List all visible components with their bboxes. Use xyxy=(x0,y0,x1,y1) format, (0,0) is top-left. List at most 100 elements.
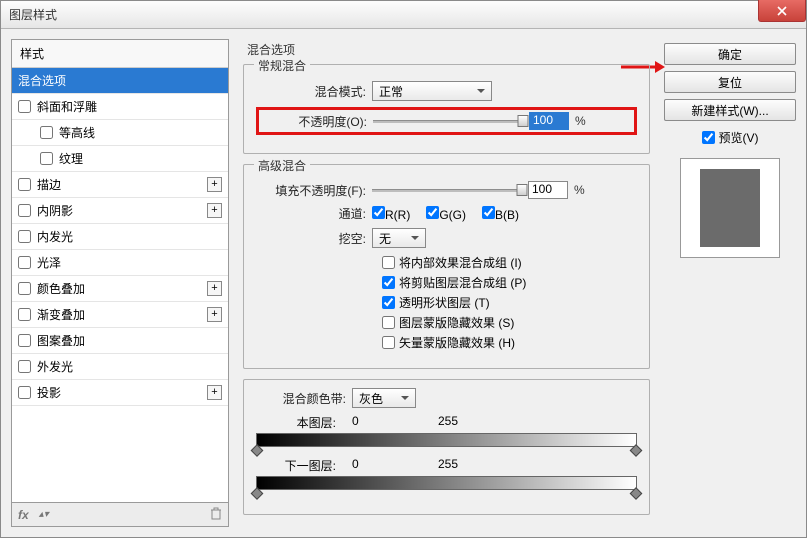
blend-if-group: 混合颜色带: 灰色 本图层: 0 255 下一图层: 0 255 xyxy=(243,379,650,515)
this-high: 255 xyxy=(438,414,524,431)
preview-swatch xyxy=(700,169,760,247)
under-low: 0 xyxy=(352,457,438,474)
adv-option-checkbox[interactable] xyxy=(382,276,395,289)
style-item-5[interactable]: 内阴影 + xyxy=(12,198,228,224)
style-checkbox[interactable] xyxy=(18,334,31,347)
options-panel: 混合选项 常规混合 混合模式: 正常 不透明度(O): 100 % xyxy=(237,39,656,527)
opacity-input[interactable]: 100 xyxy=(529,112,569,130)
style-label: 颜色叠加 xyxy=(37,280,85,297)
style-item-1[interactable]: 斜面和浮雕 xyxy=(12,94,228,120)
adv-option-4: 矢量蒙版隐藏效果 (H) xyxy=(382,334,637,351)
preview-box xyxy=(680,158,780,258)
style-label: 描边 xyxy=(37,176,61,193)
opacity-slider[interactable] xyxy=(373,114,523,128)
style-item-7[interactable]: 光泽 xyxy=(12,250,228,276)
blend-mode-select[interactable]: 正常 xyxy=(372,81,492,101)
this-layer-label: 本图层: xyxy=(256,414,352,431)
channel-g-checkbox[interactable] xyxy=(426,206,439,219)
add-effect-button[interactable]: + xyxy=(207,203,222,218)
adv-option-label: 将内部效果混合成组 (I) xyxy=(399,254,522,271)
styles-panel: 样式 混合选项斜面和浮雕等高线纹理描边 + 内阴影 + 内发光光泽颜色叠加 + 渐变叠加 + 图… xyxy=(11,39,229,527)
preview-label: 预览(V) xyxy=(719,129,759,146)
fill-unit: % xyxy=(574,183,585,197)
new-style-button[interactable]: 新建样式(W)... xyxy=(664,99,796,121)
opacity-highlight: 不透明度(O): 100 % xyxy=(256,107,637,135)
add-effect-button[interactable]: + xyxy=(207,385,222,400)
style-checkbox[interactable] xyxy=(18,256,31,269)
style-checkbox[interactable] xyxy=(18,386,31,399)
style-label: 投影 xyxy=(37,384,61,401)
window-title: 图层样式 xyxy=(9,6,57,23)
adv-option-3: 图层蒙版隐藏效果 (S) xyxy=(382,314,637,331)
opacity-unit: % xyxy=(575,114,586,128)
style-checkbox[interactable] xyxy=(18,204,31,217)
style-label: 图案叠加 xyxy=(37,332,85,349)
channel-b-checkbox[interactable] xyxy=(482,206,495,219)
style-item-2[interactable]: 等高线 xyxy=(12,120,228,146)
style-item-10[interactable]: 图案叠加 xyxy=(12,328,228,354)
this-layer-gradient[interactable] xyxy=(256,433,637,447)
under-layer-label: 下一图层: xyxy=(256,457,352,474)
style-checkbox[interactable] xyxy=(18,360,31,373)
add-effect-button[interactable]: + xyxy=(207,307,222,322)
close-button[interactable] xyxy=(758,0,806,22)
fill-opacity-input[interactable]: 100 xyxy=(528,181,568,199)
titlebar[interactable]: 图层样式 xyxy=(1,1,806,29)
knockout-select[interactable]: 无 xyxy=(372,228,426,248)
styles-header: 样式 xyxy=(12,40,228,68)
style-item-11[interactable]: 外发光 xyxy=(12,354,228,380)
styles-list: 样式 混合选项斜面和浮雕等高线纹理描边 + 内阴影 + 内发光光泽颜色叠加 + 渐变叠加 + 图… xyxy=(11,39,229,503)
general-title: 常规混合 xyxy=(254,57,310,74)
adv-option-label: 透明形状图层 (T) xyxy=(399,294,490,311)
add-effect-button[interactable]: + xyxy=(207,281,222,296)
adv-option-checkbox[interactable] xyxy=(382,336,395,349)
adv-option-1: 将剪贴图层混合成组 (P) xyxy=(382,274,637,291)
general-blending-group: 常规混合 混合模式: 正常 不透明度(O): 100 % xyxy=(243,64,650,154)
advanced-blending-group: 高级混合 填充不透明度(F): 100 % 通道: R(R) G(G) B(B) xyxy=(243,164,650,369)
styles-footer: fx ▴▾ xyxy=(11,503,229,527)
style-item-8[interactable]: 颜色叠加 + xyxy=(12,276,228,302)
adv-option-checkbox[interactable] xyxy=(382,296,395,309)
style-checkbox[interactable] xyxy=(18,308,31,321)
close-icon xyxy=(777,6,787,16)
add-effect-button[interactable]: + xyxy=(207,177,222,192)
this-low: 0 xyxy=(352,414,438,431)
preview-checkbox[interactable] xyxy=(702,131,715,144)
fill-opacity-slider[interactable] xyxy=(372,183,522,197)
style-checkbox[interactable] xyxy=(18,100,31,113)
style-checkbox[interactable] xyxy=(18,178,31,191)
style-checkbox[interactable] xyxy=(18,282,31,295)
adv-option-checkbox[interactable] xyxy=(382,256,395,269)
layer-style-dialog: 图层样式 样式 混合选项斜面和浮雕等高线纹理描边+内阴影+内发光光泽颜色叠加+渐… xyxy=(0,0,807,538)
fx-label[interactable]: fx xyxy=(18,508,29,522)
trash-icon[interactable] xyxy=(210,507,222,523)
style-item-9[interactable]: 渐变叠加 + xyxy=(12,302,228,328)
adv-option-label: 图层蒙版隐藏效果 (S) xyxy=(399,314,514,331)
style-item-0[interactable]: 混合选项 xyxy=(12,68,228,94)
adv-option-0: 将内部效果混合成组 (I) xyxy=(382,254,637,271)
style-label: 内阴影 xyxy=(37,202,73,219)
channel-r-checkbox[interactable] xyxy=(372,206,385,219)
style-label: 斜面和浮雕 xyxy=(37,98,97,115)
channel-b-label: B(B) xyxy=(495,208,519,222)
under-layer-gradient[interactable] xyxy=(256,476,637,490)
reset-button[interactable]: 复位 xyxy=(664,71,796,93)
blend-if-select[interactable]: 灰色 xyxy=(352,388,416,408)
ok-button[interactable]: 确定 xyxy=(664,43,796,65)
channel-g-label: G(G) xyxy=(439,208,466,222)
style-checkbox[interactable] xyxy=(40,152,53,165)
style-label: 渐变叠加 xyxy=(37,306,85,323)
style-checkbox[interactable] xyxy=(40,126,53,139)
up-down-icon[interactable]: ▴▾ xyxy=(39,509,49,520)
style-label: 纹理 xyxy=(59,150,83,167)
blend-mode-label: 混合模式: xyxy=(256,83,366,100)
style-label: 内发光 xyxy=(37,228,73,245)
style-checkbox[interactable] xyxy=(18,230,31,243)
style-item-4[interactable]: 描边 + xyxy=(12,172,228,198)
style-item-6[interactable]: 内发光 xyxy=(12,224,228,250)
adv-option-label: 将剪贴图层混合成组 (P) xyxy=(399,274,526,291)
under-high: 255 xyxy=(438,457,524,474)
style-item-3[interactable]: 纹理 xyxy=(12,146,228,172)
adv-option-checkbox[interactable] xyxy=(382,316,395,329)
style-item-12[interactable]: 投影 + xyxy=(12,380,228,406)
